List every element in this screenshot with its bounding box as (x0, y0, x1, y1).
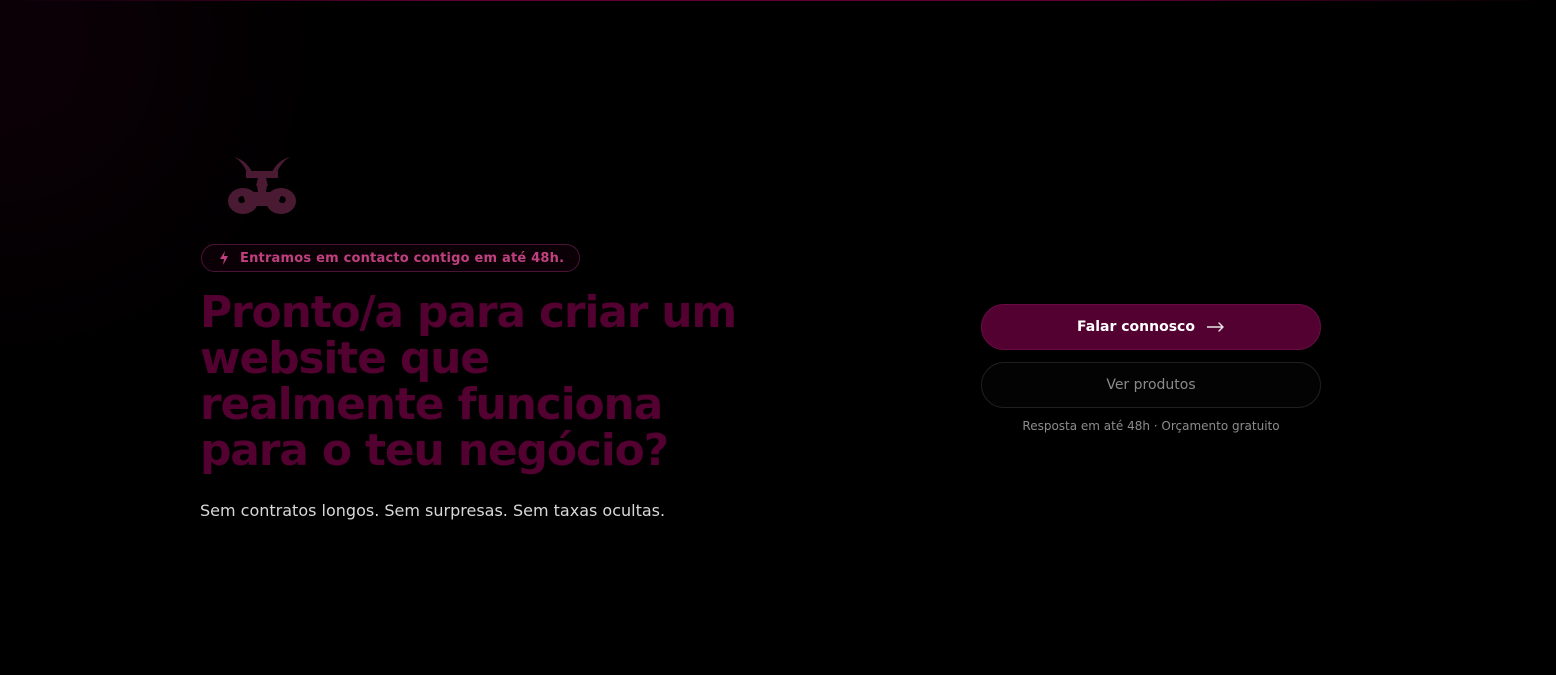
contact-us-button[interactable]: Falar connosco (981, 304, 1321, 350)
lightning-icon (220, 251, 228, 265)
badge-text: Entramos em contacto contigo em até 48h. (240, 250, 565, 266)
contact-us-button-label: Falar connosco (1077, 319, 1195, 335)
contact-time-badge: Entramos em contacto contigo em até 48h. (201, 244, 581, 272)
view-products-button-label: Ver produtos (1106, 377, 1196, 393)
hero-subtext: Sem contratos longos. Sem surpresas. Sem… (200, 501, 666, 520)
response-note: Resposta em até 48h · Orçamento gratuito (1022, 419, 1280, 433)
hero-headline: Pronto/a para criar um website que realm… (200, 287, 737, 476)
arrow-right-icon (1206, 322, 1224, 332)
view-products-button[interactable]: Ver produtos (981, 362, 1321, 408)
brand-logo-icon (228, 157, 296, 214)
